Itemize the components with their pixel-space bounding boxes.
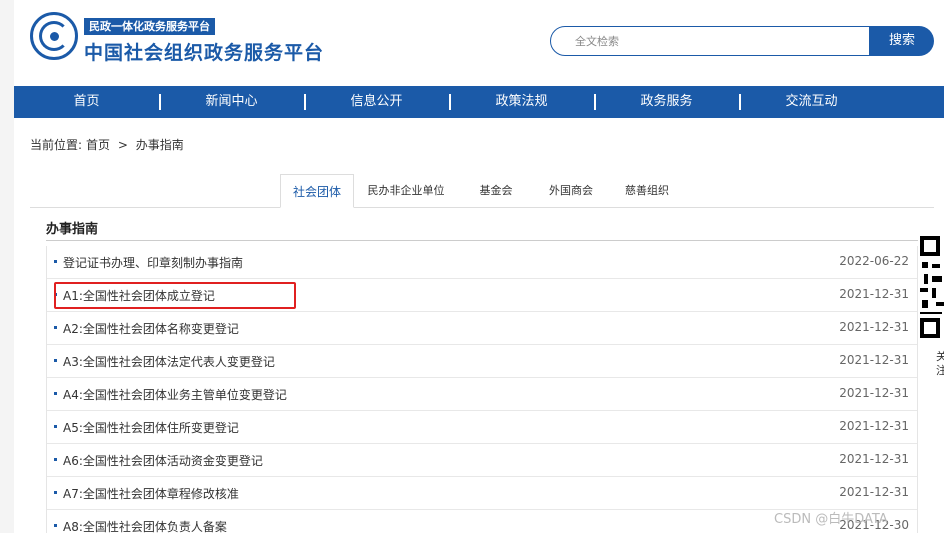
list-item-title[interactable]: A3:全国性社会团体法定代表人变更登记 — [63, 353, 275, 370]
main-nav: 首页 新闻中心 信息公开 政策法规 政务服务 交流互动 — [14, 86, 944, 118]
list-item-date: 2022-06-22 — [839, 254, 909, 268]
tab-private-non-enterprise[interactable]: 民办非企业单位 — [358, 174, 454, 208]
breadcrumb: 当前位置: 首页 > 办事指南 — [30, 136, 188, 153]
list-item-title[interactable]: A7:全国性社会团体章程修改核准 — [63, 485, 239, 502]
search-box[interactable] — [550, 26, 870, 56]
list-item-date: 2021-12-31 — [839, 419, 909, 433]
section-divider — [46, 240, 918, 241]
platform-badge: 民政一体化政务服务平台 — [84, 18, 215, 35]
list-item-title[interactable]: A4:全国性社会团体业务主管单位变更登记 — [63, 386, 287, 403]
breadcrumb-home[interactable]: 首页 — [86, 138, 110, 152]
tab-foundations[interactable]: 基金会 — [464, 174, 528, 208]
nav-item-info[interactable]: 信息公开 — [304, 86, 449, 118]
category-tabs: 社会团体 民办非企业单位 基金会 外国商会 慈善组织 — [30, 174, 934, 208]
section-title: 办事指南 — [46, 222, 99, 237]
bullet-icon — [54, 260, 57, 263]
site-title[interactable]: 中国社会组织政务服务平台 — [84, 38, 324, 65]
site-logo-icon[interactable] — [30, 12, 78, 60]
bullet-icon — [54, 326, 57, 329]
tab-foreign-chambers[interactable]: 外国商会 — [538, 174, 604, 208]
list-item[interactable]: A6:全国性社会团体活动资金变更登记 2021-12-31 — [47, 444, 917, 477]
list-item[interactable]: A4:全国性社会团体业务主管单位变更登记 2021-12-31 — [47, 378, 917, 411]
search-input[interactable] — [551, 27, 869, 55]
qr-caption: 关注 — [936, 350, 944, 377]
bullet-icon — [54, 425, 57, 428]
list-item-date: 2021-12-31 — [839, 386, 909, 400]
list-item[interactable]: A7:全国性社会团体章程修改核准 2021-12-31 — [47, 477, 917, 510]
list-item-title[interactable]: A5:全国性社会团体住所变更登记 — [63, 419, 239, 436]
list-item-date: 2021-12-31 — [839, 485, 909, 499]
breadcrumb-current: 办事指南 — [135, 138, 184, 152]
bullet-icon — [54, 491, 57, 494]
nav-item-home[interactable]: 首页 — [14, 86, 159, 118]
list-item-date: 2021-12-31 — [839, 320, 909, 334]
list-item[interactable]: 登记证书办理、印章刻制办事指南 2022-06-22 — [47, 246, 917, 279]
bullet-icon — [54, 392, 57, 395]
nav-item-services[interactable]: 政务服务 — [594, 86, 739, 118]
list-item-title[interactable]: A6:全国性社会团体活动资金变更登记 — [63, 452, 263, 469]
nav-item-news[interactable]: 新闻中心 — [159, 86, 304, 118]
tab-charities[interactable]: 慈善组织 — [614, 174, 680, 208]
bullet-icon — [54, 359, 57, 362]
list-item[interactable]: A5:全国性社会团体住所变更登记 2021-12-31 — [47, 411, 917, 444]
left-margin-strip — [0, 0, 14, 533]
breadcrumb-prefix: 当前位置: — [30, 138, 83, 152]
nav-item-policy[interactable]: 政策法规 — [449, 86, 594, 118]
tab-social-groups[interactable]: 社会团体 — [280, 174, 354, 208]
list-item-title[interactable]: A2:全国性社会团体名称变更登记 — [63, 320, 239, 337]
bullet-icon — [54, 458, 57, 461]
list-item-title[interactable]: A8:全国性社会团体负责人备案 — [63, 518, 227, 533]
watermark: CSDN @白牛DATA — [774, 512, 888, 527]
list-item[interactable]: A3:全国性社会团体法定代表人变更登记 2021-12-31 — [47, 345, 917, 378]
search-button[interactable]: 搜索 — [870, 26, 934, 56]
list-item-date: 2021-12-31 — [839, 452, 909, 466]
bullet-icon — [54, 524, 57, 527]
list-item-date: 2021-12-31 — [839, 287, 909, 301]
list-item-date: 2021-12-31 — [839, 353, 909, 367]
breadcrumb-separator: > — [117, 138, 128, 152]
list-item[interactable]: A2:全国性社会团体名称变更登记 2021-12-31 — [47, 312, 917, 345]
qr-code-icon — [918, 234, 944, 340]
highlight-box — [54, 282, 296, 309]
list-item-title[interactable]: 登记证书办理、印章刻制办事指南 — [63, 254, 243, 271]
nav-item-interaction[interactable]: 交流互动 — [739, 86, 884, 118]
